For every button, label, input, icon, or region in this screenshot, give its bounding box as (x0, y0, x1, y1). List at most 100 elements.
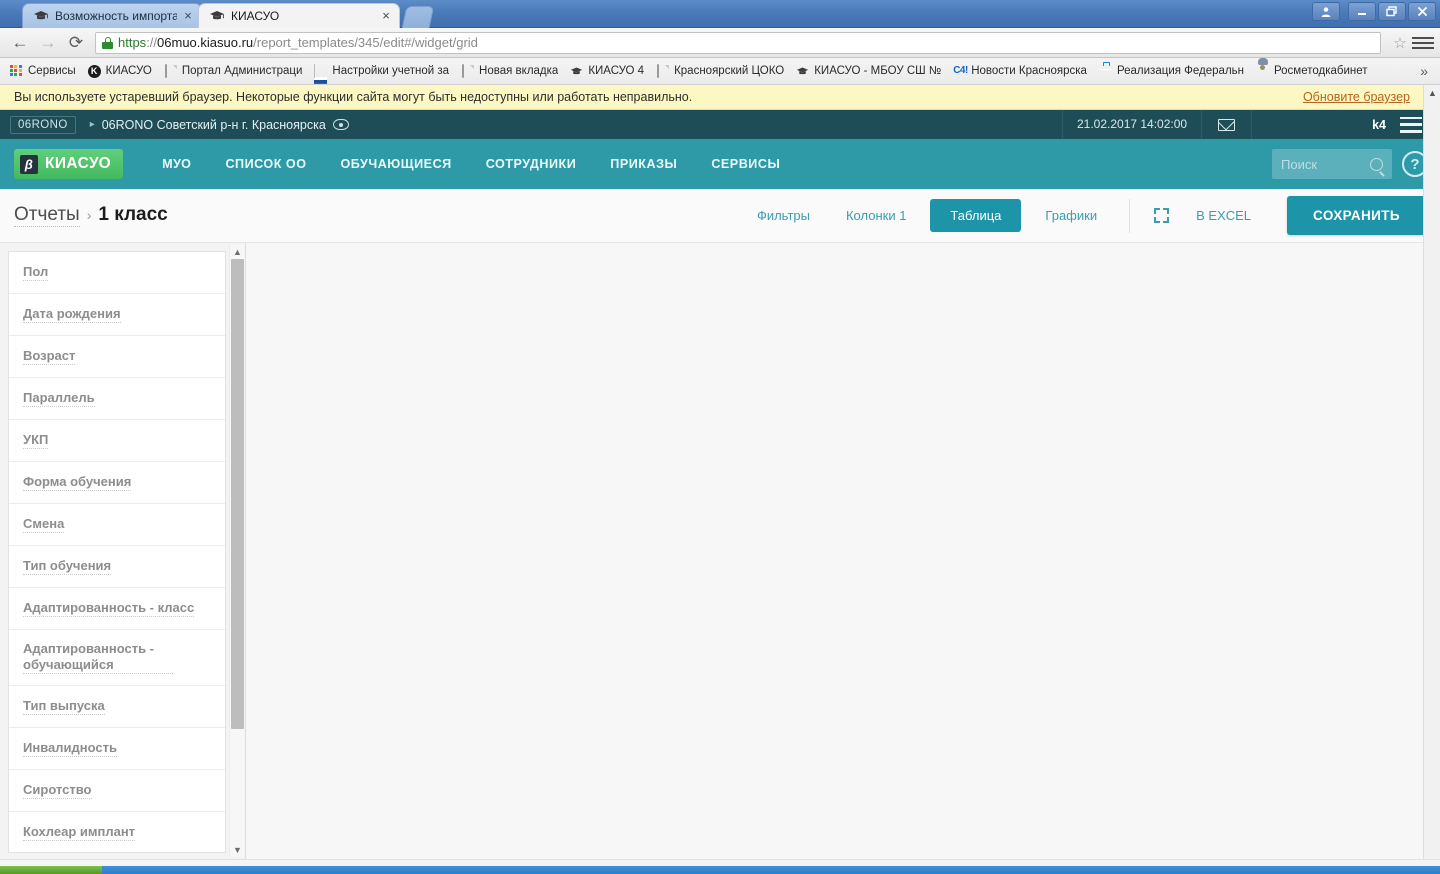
org-menu-icon[interactable] (1400, 116, 1422, 133)
browser-tab-active[interactable]: КИАСУО × (198, 3, 400, 28)
url-path: /report_templates/345/edit#/widget/grid (253, 35, 478, 50)
browser-tab-inactive[interactable]: Возможность импорта спис × (22, 3, 202, 28)
field-item-ukp[interactable]: УКП (9, 420, 225, 462)
page-scroll-up-icon[interactable]: ▲ (1424, 85, 1440, 101)
field-label: Возраст (23, 348, 76, 366)
field-item-disability[interactable]: Инвалидность (9, 728, 225, 770)
apps-grid-icon (10, 64, 23, 78)
bookmark-item[interactable]: C4! Новости Красноярска (947, 63, 1093, 80)
bookmark-item[interactable]: Красноярский ЦОКО (650, 63, 790, 80)
forward-icon[interactable]: → (34, 31, 62, 55)
document-icon (656, 63, 669, 78)
bookmark-item[interactable]: Настройки учетной за (308, 63, 455, 84)
new-tab-button[interactable] (401, 6, 435, 28)
bookmark-item[interactable]: Росметодкабинет (1250, 63, 1374, 80)
search-input[interactable]: Поиск (1272, 149, 1392, 179)
field-item-parallel[interactable]: Параллель (9, 378, 225, 420)
tab-table[interactable]: Таблица (930, 199, 1022, 232)
nav-item-services[interactable]: СЕРВИСЫ (694, 157, 797, 171)
nav-item-school-list[interactable]: СПИСОК ОО (208, 157, 323, 171)
outdated-browser-banner: Вы используете устаревший браузер. Некот… (0, 85, 1440, 110)
nav-item-staff[interactable]: СОТРУДНИКИ (469, 157, 594, 171)
address-bar[interactable]: https://06muo.kiasuo.ru/report_templates… (95, 31, 1381, 54)
columns-button[interactable]: Колонки 1 (828, 208, 924, 223)
bookmark-star-icon[interactable]: ☆ (1390, 34, 1410, 52)
bookmark-item[interactable]: Реализация Федеральн (1093, 63, 1250, 80)
nav-item-muo[interactable]: МУО (145, 157, 208, 171)
nav-item-orders[interactable]: ПРИКАЗЫ (593, 157, 694, 171)
field-item-gender[interactable]: Пол (9, 252, 225, 294)
field-item-shift[interactable]: Смена (9, 504, 225, 546)
filters-button[interactable]: Фильтры (739, 208, 828, 223)
app-logo-text: КИАСУО (45, 155, 112, 172)
app-logo[interactable]: β КИАСУО (14, 149, 124, 179)
export-excel-button[interactable]: В EXCEL (1178, 208, 1269, 223)
graduation-cap-icon (796, 65, 809, 78)
back-icon[interactable]: ← (6, 31, 34, 55)
page-title: 1 класс (98, 204, 168, 225)
current-user-label[interactable]: k4 (1372, 118, 1400, 132)
main-navigation: β КИАСУО МУО СПИСОК ОО ОБУЧАЮЩИЕСЯ СОТРУ… (0, 139, 1440, 189)
bookmark-item[interactable]: КИАСУО - МБОУ СШ № (790, 63, 947, 80)
taskbar-items[interactable] (102, 866, 1440, 874)
bookmark-item[interactable]: K КИАСУО (82, 63, 158, 80)
messages-button[interactable] (1201, 110, 1253, 139)
beta-badge: β (20, 154, 38, 174)
mail-icon (1218, 118, 1236, 131)
field-label: Дата рождения (23, 306, 121, 324)
briefcase-icon (1099, 65, 1112, 78)
expand-icon[interactable] (1144, 199, 1178, 233)
bookmark-label: Сервисы (28, 65, 76, 77)
url-separator: :// (146, 35, 158, 50)
bookmark-item[interactable]: КИАСУО 4 (564, 63, 650, 80)
eye-icon[interactable] (332, 119, 349, 130)
bookmark-item[interactable]: Портал Администраци (158, 63, 309, 80)
scroll-down-icon[interactable]: ▼ (230, 843, 245, 857)
minimize-button[interactable] (1348, 2, 1376, 21)
fields-scrollbar[interactable]: ▲ ▼ (229, 245, 244, 857)
graduation-cap-icon (33, 8, 49, 24)
field-item-adapted-student[interactable]: Адаптированность - обучающийся (9, 630, 225, 686)
field-item-adapted-class[interactable]: Адаптированность - класс (9, 588, 225, 630)
close-icon[interactable]: × (379, 9, 393, 23)
field-item-birthdate[interactable]: Дата рождения (9, 294, 225, 336)
field-item-cochlear-implant[interactable]: Кохлеар имплант (9, 812, 225, 852)
field-item-age[interactable]: Возраст (9, 336, 225, 378)
org-context-bar: 06RONO ▸ 06RONO Советский р-н г. Красноя… (0, 110, 1440, 139)
close-button[interactable] (1408, 2, 1436, 21)
bookmark-label: Росметодкабинет (1274, 65, 1368, 77)
bookmark-item[interactable]: Сервисы (4, 63, 82, 80)
breadcrumb-reports-link[interactable]: Отчеты (14, 204, 80, 227)
breadcrumb: Отчеты › 1 класс (14, 204, 168, 227)
browser-menu-icon[interactable] (1412, 34, 1434, 52)
update-browser-link[interactable]: Обновите браузер (1303, 90, 1426, 104)
nav-item-students[interactable]: ОБУЧАЮЩИЕСЯ (324, 157, 469, 171)
save-button[interactable]: СОХРАНИТЬ (1287, 196, 1426, 235)
field-item-graduation-type[interactable]: Тип выпуска (9, 686, 225, 728)
profile-icon[interactable] (1312, 2, 1340, 21)
scroll-up-icon[interactable]: ▲ (230, 245, 245, 259)
tab-charts[interactable]: Графики (1027, 208, 1115, 223)
window-controls (1312, 2, 1436, 21)
reload-icon[interactable]: ⟳ (62, 31, 90, 55)
close-icon[interactable]: × (181, 9, 195, 23)
person-icon (1256, 65, 1269, 78)
field-label: Тип выпуска (23, 698, 105, 716)
bookmarks-overflow-icon[interactable]: » (1420, 63, 1436, 79)
breadcrumb-separator: › (86, 207, 92, 223)
field-item-orphanhood[interactable]: Сиротство (9, 770, 225, 812)
bookmark-label: Новая вкладка (479, 65, 559, 77)
report-canvas[interactable] (247, 243, 1440, 865)
field-item-study-form[interactable]: Форма обучения (9, 462, 225, 504)
page-vertical-scrollbar[interactable]: ▲ ▼ (1423, 85, 1440, 873)
org-code-chip[interactable]: 06RONO (10, 115, 76, 134)
start-button[interactable] (0, 866, 102, 874)
bookmark-item[interactable]: Новая вкладка (455, 63, 564, 80)
field-item-study-type[interactable]: Тип обучения (9, 546, 225, 588)
scrollbar-thumb[interactable] (231, 259, 244, 729)
browser-toolbar: ← → ⟳ https://06muo.kiasuo.ru/report_tem… (0, 28, 1440, 58)
toolbar-actions: Фильтры Колонки 1 Таблица Графики В EXCE… (739, 196, 1426, 235)
tab-title: КИАСУО (231, 9, 280, 23)
bookmark-label: КИАСУО - МБОУ СШ № (814, 65, 942, 77)
restore-button[interactable] (1378, 2, 1406, 21)
